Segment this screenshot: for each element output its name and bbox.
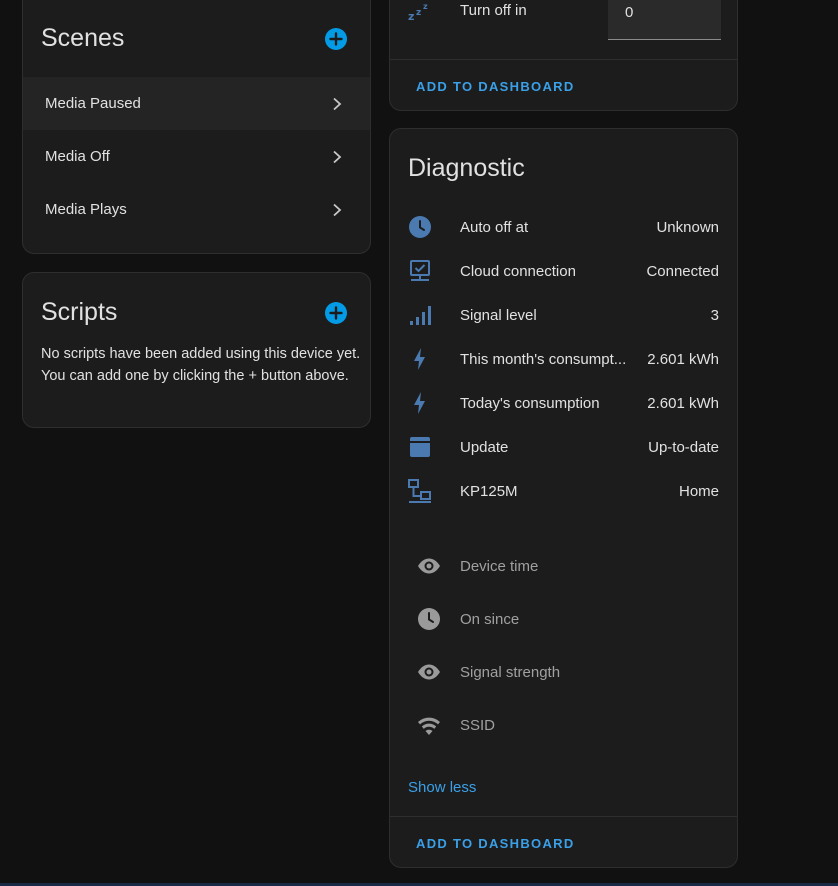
show-less-link[interactable]: Show less: [408, 779, 476, 796]
svg-text:z: z: [423, 2, 428, 11]
entity-label: This month's consumpt...: [460, 350, 627, 368]
lightning-icon: [414, 348, 425, 370]
wifi-icon: [418, 717, 440, 735]
chevron-right-icon: [333, 203, 342, 216]
add-scene-button[interactable]: [324, 27, 348, 51]
divider: [390, 816, 737, 817]
entity-label: On since: [460, 610, 520, 628]
signal-bars-icon: [410, 306, 431, 325]
entity-label: Update: [460, 438, 509, 456]
clock-icon: [409, 216, 431, 238]
turn-off-label: Turn off in: [460, 1, 527, 19]
scenes-title: Scenes: [41, 24, 125, 52]
diagnostic-card: Diagnostic Auto off at Unknown Cloud con…: [389, 128, 738, 868]
lightning-icon: [414, 392, 425, 414]
entity-row-month-consumption[interactable]: This month's consumpt... 2.601 kWh: [390, 337, 737, 381]
entity-value: Home: [678, 482, 719, 500]
svg-text:z: z: [408, 10, 414, 22]
turn-off-value: 0: [625, 4, 634, 21]
entity-value: Up-to-date: [648, 438, 719, 456]
package-icon: [410, 437, 430, 457]
scene-item-media-paused[interactable]: Media Paused: [23, 77, 370, 130]
eye-icon: [418, 558, 440, 574]
scene-item-media-off[interactable]: Media Off: [23, 130, 370, 183]
sleep-icon: z z z: [408, 2, 428, 22]
turn-off-input[interactable]: 0: [608, 0, 721, 40]
controls-card: z z z Turn off in 0 ADD TO DASHBOARD: [389, 0, 738, 111]
entity-row-today-consumption[interactable]: Today's consumption 2.601 kWh: [390, 381, 737, 425]
chevron-right-icon: [333, 97, 342, 110]
cloud-check-icon: [410, 260, 430, 281]
scripts-empty-text: No scripts have been added using this de…: [41, 346, 361, 384]
entity-label: Cloud connection: [460, 262, 576, 280]
add-to-dashboard-button[interactable]: ADD TO DASHBOARD: [416, 79, 575, 94]
scene-item-media-plays[interactable]: Media Plays: [23, 183, 370, 236]
entity-row-update[interactable]: Update Up-to-date: [390, 425, 737, 469]
lan-icon: [408, 479, 431, 503]
entity-label: Device time: [460, 557, 539, 575]
divider: [390, 59, 737, 60]
scene-item-label: Media Paused: [45, 95, 141, 112]
svg-text:z: z: [416, 8, 421, 18]
entity-row-kp125m[interactable]: KP125M Home: [390, 469, 737, 513]
scripts-card: Scripts No scripts have been added using…: [22, 272, 371, 428]
add-to-dashboard-button[interactable]: ADD TO DASHBOARD: [416, 836, 575, 851]
diagnostic-title: Diagnostic: [408, 154, 525, 182]
entity-value: 2.601 kWh: [647, 394, 719, 412]
chevron-right-icon: [333, 150, 342, 163]
entity-label: SSID: [460, 716, 496, 734]
entity-row-ssid[interactable]: SSID: [390, 703, 737, 747]
scene-item-label: Media Off: [45, 148, 110, 165]
add-script-button[interactable]: [324, 301, 348, 325]
entity-label: Signal strength: [460, 663, 561, 681]
scenes-card: Scenes Media Paused Media Off Media Play…: [22, 0, 371, 254]
entity-label: Auto off at: [460, 218, 529, 236]
entity-label: Today's consumption: [460, 394, 600, 412]
entity-value: Unknown: [656, 218, 719, 236]
turn-off-row: z z z Turn off in 0: [390, 0, 737, 40]
entity-label: Signal level: [460, 306, 537, 324]
entity-row-device-time[interactable]: Device time: [390, 544, 737, 588]
entity-value: 3: [710, 306, 719, 324]
entity-value: 2.601 kWh: [647, 350, 719, 368]
eye-icon: [418, 664, 440, 680]
entity-row-auto-off[interactable]: Auto off at Unknown: [390, 205, 737, 249]
entity-row-signal-strength[interactable]: Signal strength: [390, 650, 737, 694]
entity-value: Connected: [646, 262, 719, 280]
entity-row-on-since[interactable]: On since: [390, 597, 737, 641]
clock-icon: [418, 608, 440, 630]
entity-row-cloud-connection[interactable]: Cloud connection Connected: [390, 249, 737, 293]
scene-item-label: Media Plays: [45, 201, 127, 218]
entity-label: KP125M: [460, 482, 518, 500]
entity-row-signal-level[interactable]: Signal level 3: [390, 293, 737, 337]
scripts-title: Scripts: [41, 298, 118, 326]
